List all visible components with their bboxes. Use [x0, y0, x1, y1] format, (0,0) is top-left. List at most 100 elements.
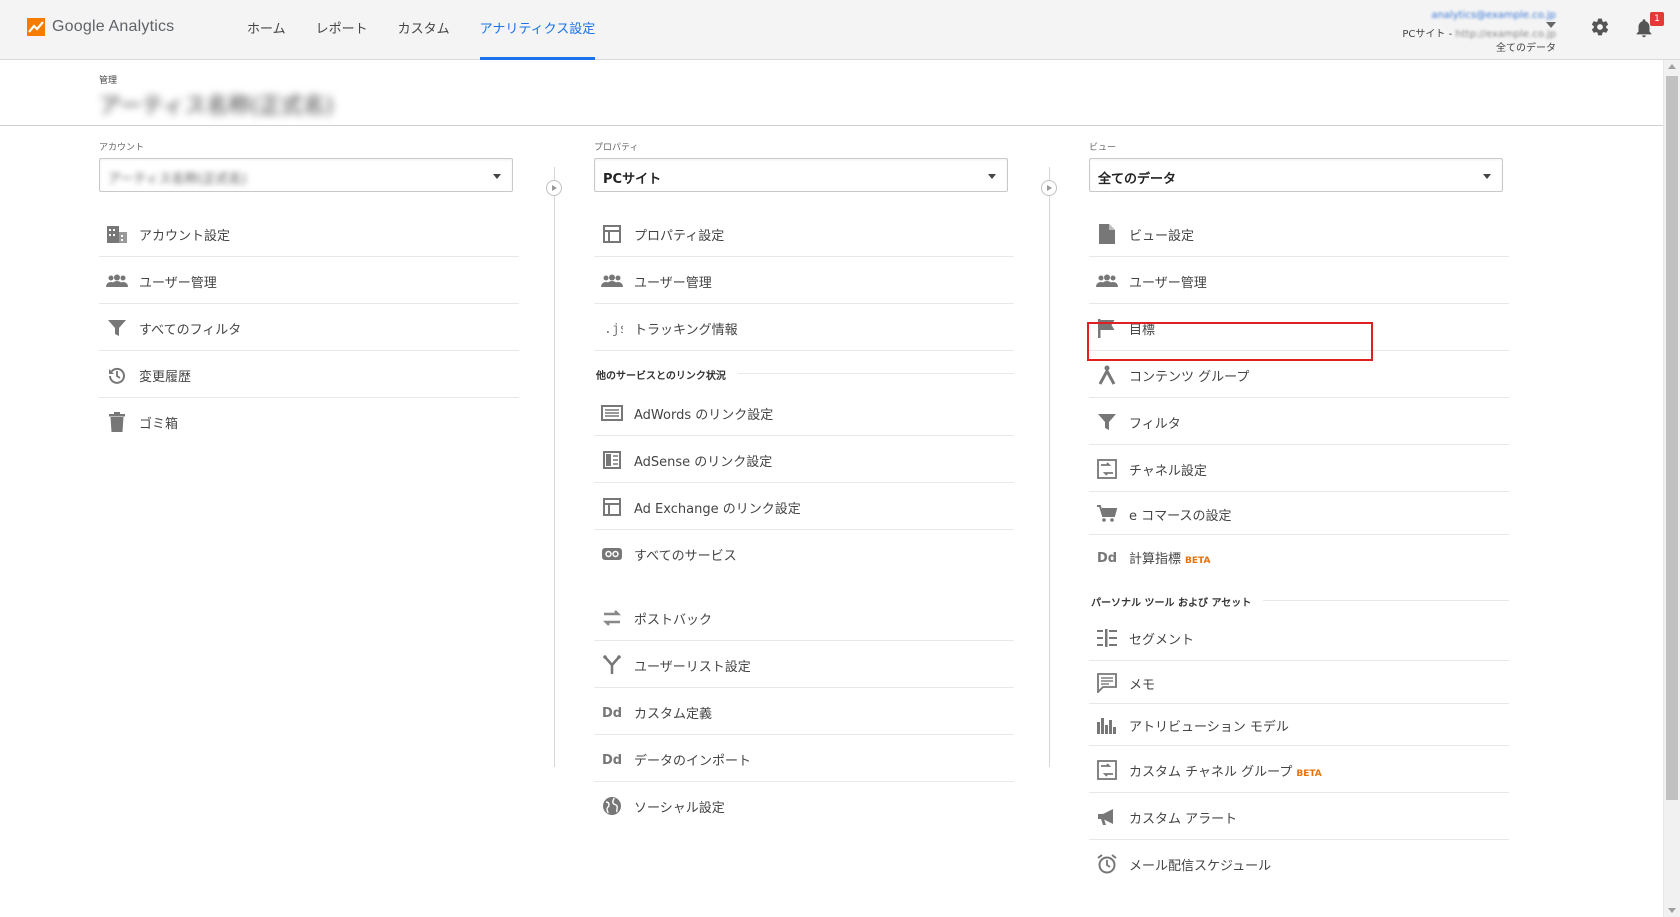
globe-icon	[601, 795, 623, 817]
scroll-down-arrow-icon[interactable]	[1668, 908, 1676, 913]
attribution-models-item[interactable]: アトリビューション モデル	[1089, 704, 1509, 746]
calculated-metrics-label: 計算指標	[1129, 552, 1182, 567]
account-select-value: アーティス名称(正式名)	[108, 172, 247, 187]
scheduled-emails-item[interactable]: メール配信スケジュール	[1089, 840, 1509, 887]
arrow-right-icon	[546, 180, 562, 196]
chevron-down-icon[interactable]	[1546, 22, 1556, 28]
account-select[interactable]: アーティス名称(正式名)	[99, 158, 513, 192]
account-user-management-item[interactable]: ユーザー管理	[99, 257, 519, 304]
users-icon	[1096, 270, 1118, 292]
app-name: Google Analytics	[52, 18, 175, 35]
beta-badge: BETA	[1185, 556, 1211, 566]
item-label: 目標	[1129, 323, 1156, 338]
property-select[interactable]: PCサイト	[594, 158, 1008, 192]
adwords-link-item[interactable]: AdWords のリンク設定	[594, 389, 1014, 436]
view-select[interactable]: 全てのデータ	[1089, 158, 1503, 192]
property-tracking-info-item[interactable]: .js トラッキング情報	[594, 304, 1014, 351]
link-icon	[601, 543, 623, 565]
vertical-scrollbar[interactable]	[1663, 60, 1680, 917]
adexchange-link-item[interactable]: Ad Exchange のリンク設定	[594, 483, 1014, 530]
account-view: 全てのデータ	[1496, 43, 1556, 54]
nav-custom[interactable]: カスタム	[383, 0, 465, 60]
gear-icon[interactable]	[1590, 17, 1610, 37]
content-grouping-item[interactable]: コンテンツ グループ	[1089, 351, 1509, 398]
item-label: Ad Exchange のリンク設定	[634, 502, 801, 517]
top-bar: Google Analytics ホーム レポート カスタム アナリティクス設定…	[0, 0, 1680, 60]
custom-definitions-item[interactable]: Dd カスタム定義	[594, 688, 1014, 735]
property-settings-item[interactable]: プロパティ設定	[594, 210, 1014, 257]
content-group-icon	[1096, 364, 1118, 386]
adsense-link-item[interactable]: AdSense のリンク設定	[594, 436, 1014, 483]
account-email: analytics@example.co.jp	[1431, 10, 1556, 21]
property-label: プロパティ	[594, 143, 639, 153]
property-icon	[601, 223, 623, 245]
scroll-up-arrow-icon[interactable]	[1668, 64, 1676, 69]
view-settings-item[interactable]: ビュー設定	[1089, 210, 1509, 257]
custom-alerts-item[interactable]: カスタム アラート	[1089, 793, 1509, 840]
dd-icon: Dd	[601, 701, 623, 723]
account-settings-item[interactable]: アカウント設定	[99, 210, 519, 257]
view-user-management-item[interactable]: ユーザー管理	[1089, 257, 1509, 304]
account-site: PCサイト -	[1402, 29, 1456, 40]
account-trash-item[interactable]: ゴミ箱	[99, 398, 519, 445]
view-menu: ビュー設定 ユーザー管理 目標 コンテンツ グループ フィルタ チャネル設定 e…	[1089, 210, 1509, 887]
item-label: コンテンツ グループ	[1129, 370, 1250, 385]
segments-item[interactable]: セグメント	[1089, 614, 1509, 661]
account-menu: アカウント設定 ユーザー管理 すべてのフィルタ 変更履歴 ゴミ箱	[99, 210, 519, 445]
account-all-filters-item[interactable]: すべてのフィルタ	[99, 304, 519, 351]
goals-item[interactable]: 目標	[1089, 304, 1509, 351]
custom-channel-grouping-item[interactable]: カスタム チャネル グループ BETA	[1089, 746, 1509, 793]
item-label: ソーシャル設定	[634, 801, 725, 816]
all-services-item[interactable]: すべてのサービス	[594, 530, 1014, 577]
ecommerce-settings-item[interactable]: e コマースの設定	[1089, 492, 1509, 535]
social-settings-item[interactable]: ソーシャル設定	[594, 782, 1014, 829]
item-label: 計算指標 BETA	[1129, 548, 1210, 567]
channel-icon	[1096, 458, 1118, 480]
item-label: アカウント設定	[139, 229, 231, 244]
calculated-metrics-item[interactable]: Dd 計算指標 BETA	[1089, 535, 1509, 578]
property-menu: プロパティ設定 ユーザー管理 .js トラッキング情報 他のサービスとのリンク状…	[594, 210, 1014, 829]
nav-reports[interactable]: レポート	[301, 0, 383, 60]
annotations-item[interactable]: メモ	[1089, 661, 1509, 704]
account-change-history-item[interactable]: 変更履歴	[99, 351, 519, 398]
item-label: フィルタ	[1129, 417, 1181, 432]
scroll-thumb[interactable]	[1666, 76, 1678, 800]
svg-text:Dd: Dd	[602, 706, 622, 720]
segment-icon	[1096, 627, 1118, 649]
js-icon: .js	[601, 317, 623, 339]
nav-home[interactable]: ホーム	[232, 0, 301, 60]
item-label: 変更履歴	[139, 370, 192, 385]
account-label: アカウント	[99, 143, 145, 153]
app-logo[interactable]: Google Analytics	[26, 17, 174, 37]
document-icon	[1096, 223, 1118, 245]
property-column: プロパティ PCサイト プロパティ設定 ユーザー管理 .js トラッキング情報 …	[594, 140, 1014, 829]
view-filters-item[interactable]: フィルタ	[1089, 398, 1509, 445]
item-label: カスタム定義	[634, 707, 713, 722]
analytics-logo-icon	[26, 17, 46, 37]
item-label: ビュー設定	[1129, 229, 1195, 244]
admin-header: 管理 アーティス名称(正式名)	[0, 60, 1663, 126]
user-list-settings-item[interactable]: ユーザーリスト設定	[594, 641, 1014, 688]
view-column: ビュー 全てのデータ ビュー設定 ユーザー管理 目標 コンテンツ グループ フィ…	[1089, 140, 1509, 887]
account-switcher[interactable]: analytics@example.co.jp PCサイト - http://e…	[1386, 8, 1556, 54]
svg-text:.js: .js	[604, 322, 623, 337]
channel-icon	[1096, 759, 1118, 781]
postback-icon	[601, 607, 623, 629]
account-property: PCサイト - http://example.co.jp	[1402, 25, 1556, 40]
item-label: AdSense のリンク設定	[634, 455, 773, 470]
data-import-item[interactable]: Dd データのインポート	[594, 735, 1014, 782]
page-title: アーティス名称(正式名)	[99, 94, 334, 119]
postback-item[interactable]: ポストバック	[594, 594, 1014, 641]
flag-icon	[1096, 317, 1118, 339]
chevron-down-icon	[988, 174, 996, 179]
bar-chart-icon	[1096, 714, 1118, 736]
item-label: ユーザー管理	[634, 276, 712, 291]
nav-admin[interactable]: アナリティクス設定	[465, 0, 611, 60]
personal-tools-section: パーソナル ツール および アセット	[1089, 578, 1509, 614]
property-user-management-item[interactable]: ユーザー管理	[594, 257, 1014, 304]
adexchange-icon	[601, 496, 623, 518]
item-label: アトリビューション モデル	[1129, 720, 1289, 735]
beta-badge: BETA	[1296, 769, 1322, 779]
channel-settings-item[interactable]: チャネル設定	[1089, 445, 1509, 492]
